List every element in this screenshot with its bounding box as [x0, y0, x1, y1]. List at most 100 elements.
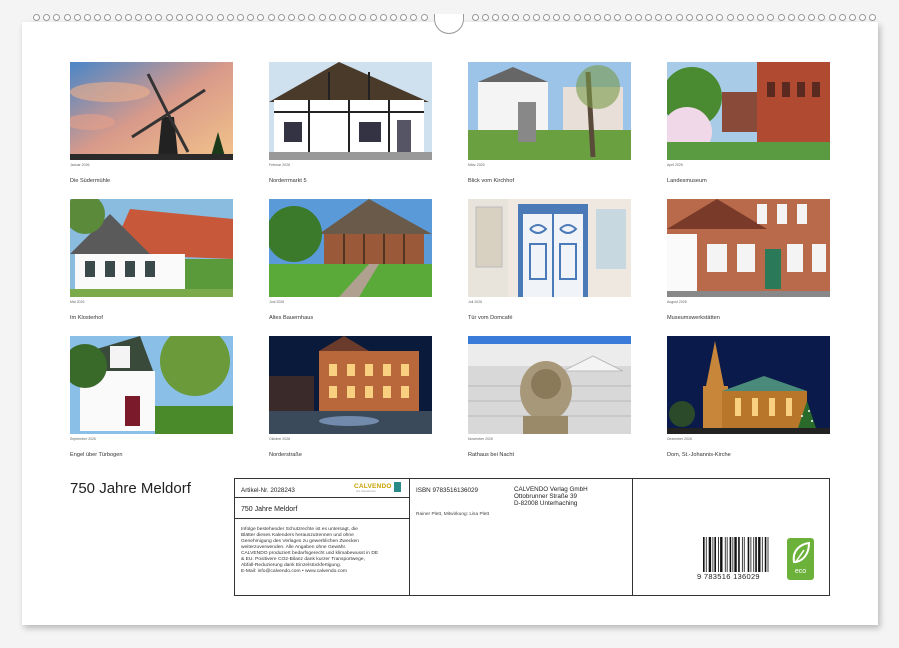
day-grid: 1234567891011121314151617181920212223242…	[667, 168, 830, 174]
binding-ring	[727, 14, 734, 21]
binding-ring	[145, 14, 152, 21]
binding-ring	[574, 14, 581, 21]
binding-ring	[288, 14, 295, 21]
binding-ring	[298, 14, 305, 21]
month-label: Juli 2026	[468, 300, 482, 304]
photo-caption: Rathaus bei Nacht	[468, 452, 514, 458]
day-grid: 1234567891011121314151617181920212223242…	[667, 305, 830, 311]
thumbnail-october	[269, 336, 432, 434]
thumbnail-november	[468, 336, 631, 434]
binding-ring	[778, 14, 785, 21]
binding-ring	[716, 14, 723, 21]
binding-ring	[502, 14, 509, 21]
day-grid: 1234567891011121314151617181920212223242…	[70, 168, 233, 174]
binding-ring	[247, 14, 254, 21]
binding-ring	[849, 14, 856, 21]
binding-ring	[584, 14, 591, 21]
article-number: Artikel-Nr. 2028243	[241, 487, 295, 494]
photo-caption: Blick vom Kirchhof	[468, 178, 514, 184]
binding-ring	[176, 14, 183, 21]
binding-ring	[349, 14, 356, 21]
legal-line: E-Mail: info@calvendo.com • www.calvendo…	[241, 569, 378, 575]
binding-ring	[472, 14, 479, 21]
binding-ring	[665, 14, 672, 21]
month-label: März 2026	[468, 163, 485, 167]
binding-ring	[206, 14, 213, 21]
binding-ring	[155, 14, 162, 21]
publisher-line: CALVENDO Verlag GmbH	[514, 486, 588, 493]
month-label: September 2026	[70, 437, 96, 441]
month-label: August 2026	[667, 300, 687, 304]
thumbnail-may	[70, 199, 233, 297]
publisher-line: D-82008 Unterhaching	[514, 500, 588, 507]
publisher-line: Ottobrunner Straße 39	[514, 493, 588, 500]
binding-ring	[737, 14, 744, 21]
thumbnail-february	[269, 62, 432, 160]
calvendo-logo: CALVENDO	[354, 483, 392, 490]
binding-ring	[839, 14, 846, 21]
binding-ring	[645, 14, 652, 21]
binding-ring	[370, 14, 377, 21]
binding-ring	[329, 14, 336, 21]
binding-ring	[135, 14, 142, 21]
binding-ring	[635, 14, 642, 21]
binding-ring	[798, 14, 805, 21]
thumbnail-april	[667, 62, 830, 160]
binding-ring	[196, 14, 203, 21]
day-grid: 1234567891011121314151617181920212223242…	[269, 442, 432, 448]
binding-ring	[410, 14, 417, 21]
binding-ring	[278, 14, 285, 21]
binding-ring	[553, 14, 560, 21]
calendar-title: 750 Jahre Meldorf	[70, 480, 191, 497]
leaf-icon	[787, 538, 814, 568]
photo-caption: Dom, St.-Johannis-Kirche	[667, 452, 731, 458]
binding-ring	[655, 14, 662, 21]
thumbnail-august	[667, 199, 830, 297]
eco-label: eco	[787, 568, 814, 575]
month-label: November 2026	[468, 437, 493, 441]
month-label: Juni 2026	[269, 300, 284, 304]
binding-ring	[268, 14, 275, 21]
binding-ring	[104, 14, 111, 21]
day-grid: 1234567891011121314151617181920212223242…	[468, 168, 631, 174]
thumbnail-march	[468, 62, 631, 160]
month-label: Oktober 2026	[269, 437, 290, 441]
binding-ring	[33, 14, 40, 21]
binding-ring	[859, 14, 866, 21]
thumbnail-july	[468, 199, 631, 297]
binding-ring	[94, 14, 101, 21]
legal-text: Infolge bestehender Schutzrechte ist es …	[241, 527, 378, 575]
binding-ring	[166, 14, 173, 21]
binding-ring	[217, 14, 224, 21]
binding-ring	[482, 14, 489, 21]
isbn: ISBN 9783516136029	[416, 487, 478, 494]
thumbnail-january	[70, 62, 233, 160]
binding-ring	[543, 14, 550, 21]
day-grid: 1234567891011121314151617181920212223242…	[269, 305, 432, 311]
binding-ring	[53, 14, 60, 21]
day-grid: 1234567891011121314151617181920212223242…	[468, 442, 631, 448]
binding-ring	[257, 14, 264, 21]
binding-ring	[380, 14, 387, 21]
month-label: Mai 2026	[70, 300, 84, 304]
binding-ring	[421, 14, 428, 21]
photo-caption: Tür vom Domcafé	[468, 315, 512, 321]
binding-ring	[359, 14, 366, 21]
binding-ring	[308, 14, 315, 21]
binding-ring	[74, 14, 81, 21]
binding-ring	[125, 14, 132, 21]
calvendo-logo-sub: Ihre Kalenderwelt	[356, 490, 375, 493]
binding-ring	[492, 14, 499, 21]
photo-caption: Engel über Türbogen	[70, 452, 122, 458]
binding-ring	[706, 14, 713, 21]
binding-ring	[747, 14, 754, 21]
binding-ring	[400, 14, 407, 21]
binding-ring	[869, 14, 876, 21]
month-label: Dezember 2026	[667, 437, 692, 441]
day-grid: 1234567891011121314151617181920212223242…	[70, 442, 233, 448]
binding-ring	[686, 14, 693, 21]
binding-ring	[594, 14, 601, 21]
thumbnail-december	[667, 336, 830, 434]
publisher-address: CALVENDO Verlag GmbHOttobrunner Straße 3…	[514, 486, 588, 507]
binding-ring	[533, 14, 540, 21]
